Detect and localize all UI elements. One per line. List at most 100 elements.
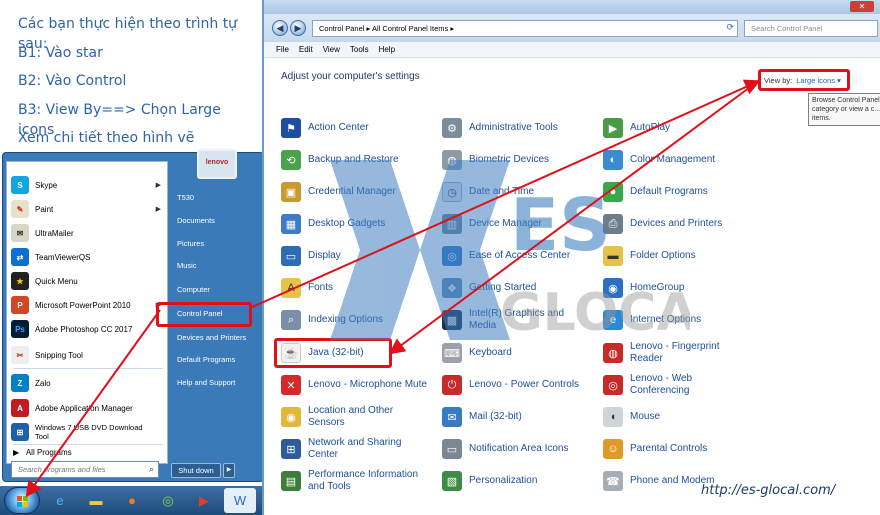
mouse-icon: ◖ [603,407,623,427]
snipping-tool-icon: ✂ [11,346,29,364]
cp-item-default-programs[interactable]: ● Default Programs [603,177,752,207]
program-item[interactable]: ✎ Paint ▶ [7,198,167,220]
program-item[interactable]: P Microsoft PowerPoint 2010 ▶ [7,294,167,316]
forward-button[interactable]: ▶ [290,20,306,36]
cp-item-location-sensors[interactable]: ◉ Location and Other Sensors [281,402,430,432]
back-button[interactable]: ◀ [272,20,288,36]
cp-item-folder-options[interactable]: ▬ Folder Options [603,241,752,271]
cp-item-autoplay[interactable]: ▶ AutoPlay [603,113,752,143]
monitor-icon: ▭ [281,246,301,266]
program-item[interactable]: ★ Quick Menu [7,270,167,292]
cp-item-devices-printers[interactable]: ⎙ Devices and Printers [603,209,752,239]
menu-file[interactable]: File [276,42,289,57]
menu-edit[interactable]: Edit [299,42,313,57]
cp-item-parental-controls[interactable]: ☺ Parental Controls [603,434,752,464]
photoshop-icon: Ps [11,320,29,338]
program-item[interactable]: A Adobe Application Manager [7,397,167,419]
cp-item-keyboard[interactable]: ⌨ Keyboard [442,338,591,368]
item-label: AutoPlay [630,122,671,133]
cp-item-fonts[interactable]: A Fonts [281,273,430,303]
menu-view[interactable]: View [323,42,340,57]
slideshow-icon[interactable]: ▶ [188,488,220,513]
program-item[interactable]: S Skype ▶ [7,174,167,196]
cp-item-desktop-gadgets[interactable]: ▦ Desktop Gadgets [281,209,430,239]
cp-item-network-sharing[interactable]: ⊞ Network and Sharing Center [281,434,430,464]
view-by-control[interactable]: View by: Large icons ▾ [758,69,850,91]
place-item[interactable]: Default Programs [177,355,235,364]
place-item[interactable]: Help and Support [177,378,235,387]
cp-item-biometric[interactable]: ◍ Biometric Devices [442,145,591,175]
cp-item-color-management[interactable]: ◐ Color Management [603,145,752,175]
content-area: Adjust your computer's settings View by:… [264,58,880,515]
item-label: Credential Manager [308,186,396,197]
view-by-dropdown[interactable]: Large icons ▾ [796,76,841,85]
shutdown-button[interactable]: Shut down [171,463,221,478]
instructions: Các bạn thực hiện theo trình tự sau: B1:… [18,14,258,157]
tools-icon: ⚙ [442,118,462,138]
place-item[interactable]: Documents [177,216,215,225]
cp-item-personalization[interactable]: ▧ Personalization [442,466,591,496]
place-item[interactable]: Devices and Printers [177,333,246,342]
refresh-icon[interactable]: ⟳ [726,22,734,33]
program-label: Adobe Application Manager [35,403,133,413]
cp-item-admin-tools[interactable]: ⚙ Administrative Tools [442,113,591,143]
website-url[interactable]: http://es-glocal.com/ [701,483,835,498]
all-programs-button[interactable]: ▶ All Programs [13,448,72,457]
firefox-icon[interactable]: ● [116,488,148,513]
cp-item-device-manager[interactable]: ▥ Device Manager [442,209,591,239]
start-button[interactable] [4,487,40,514]
folder-icon[interactable]: ▬ [80,488,112,513]
place-item[interactable]: Music [177,261,197,270]
cp-item-homegroup[interactable]: ◉ HomeGroup [603,273,752,303]
cp-item-notification-icons[interactable]: ▭ Notification Area Icons [442,434,591,464]
close-icon[interactable]: ✕ [850,1,874,12]
cp-item-lenovo-mic[interactable]: ✕ Lenovo - Microphone Mute [281,370,430,400]
cp-item-getting-started[interactable]: ❖ Getting Started [442,273,591,303]
cp-item-ease-of-access[interactable]: ◎ Ease of Access Center [442,241,591,271]
cp-item-lenovo-web[interactable]: ◎ Lenovo - Web Conferencing [603,370,752,400]
sensor-icon: ◉ [281,407,301,427]
place-item[interactable]: Computer [177,285,210,294]
item-label: Mouse [630,411,661,422]
cp-item-intel-graphics[interactable]: ▩ Intel(R) Graphics and Media [442,305,591,335]
word-icon[interactable]: W [224,488,256,513]
item-label: Mail (32-bit) [469,411,522,422]
cp-item-lenovo-power[interactable]: ⏻ Lenovo - Power Controls [442,370,591,400]
cp-item-display[interactable]: ▭ Display [281,241,430,271]
ie-icon[interactable]: e [44,488,76,513]
start-search-input[interactable]: Search programs and files ⌕ [11,461,159,478]
internet-icon: e [603,310,623,330]
program-item[interactable]: ✂ Snipping Tool [7,344,167,366]
cp-item-action-center[interactable]: ⚑ Action Center [281,113,430,143]
cp-item-lenovo-fingerprint[interactable]: ◍ Lenovo - Fingerprint Reader [603,338,752,368]
item-label: Intel(R) Graphics and Media [469,308,565,331]
program-item[interactable]: Ps Adobe Photoshop CC 2017 [7,318,167,340]
address-field[interactable]: Control Panel ▸ All Control Panel Items … [312,20,738,37]
program-item[interactable]: ⇄ TeamViewerQS [7,246,167,268]
cp-item-mouse[interactable]: ◖ Mouse [603,402,752,432]
media-icon[interactable]: ◎ [152,488,184,513]
menu-tools[interactable]: Tools [350,42,369,57]
chevron-right-icon: ▶ [13,448,20,457]
cp-item-performance[interactable]: ▤ Performance Information and Tools [281,466,430,496]
program-item[interactable]: ✉ UltraMailer [7,222,167,244]
item-label: Date and Time [469,186,535,197]
cp-item-backup[interactable]: ⟲ Backup and Restore [281,145,430,175]
cp-item-date-time[interactable]: ◷ Date and Time [442,177,591,207]
mail-icon: ✉ [442,407,462,427]
item-label: Lenovo - Power Controls [469,379,580,390]
network-icon: ⊞ [281,439,301,459]
menu-help[interactable]: Help [379,42,395,57]
instruction-line: B2: Vào Control [18,73,127,89]
shutdown-options-button[interactable]: ▶ [223,463,235,478]
search-input[interactable]: Search Control Panel [744,20,878,37]
cp-item-credential-manager[interactable]: ▣ Credential Manager [281,177,430,207]
cp-item-internet-options[interactable]: e Internet Options [603,305,752,335]
program-item[interactable]: ⊞ Windows 7 USB DVD Download Tool [7,421,167,443]
place-item[interactable]: Pictures [177,239,204,248]
cp-item-mail[interactable]: ✉ Mail (32-bit) [442,402,591,432]
program-item[interactable]: Z Zalo [7,372,167,394]
control-panel-highlight [156,302,252,327]
cp-item-indexing-options[interactable]: ⌕ Indexing Options [281,305,430,335]
place-item[interactable]: T530 [177,193,194,202]
